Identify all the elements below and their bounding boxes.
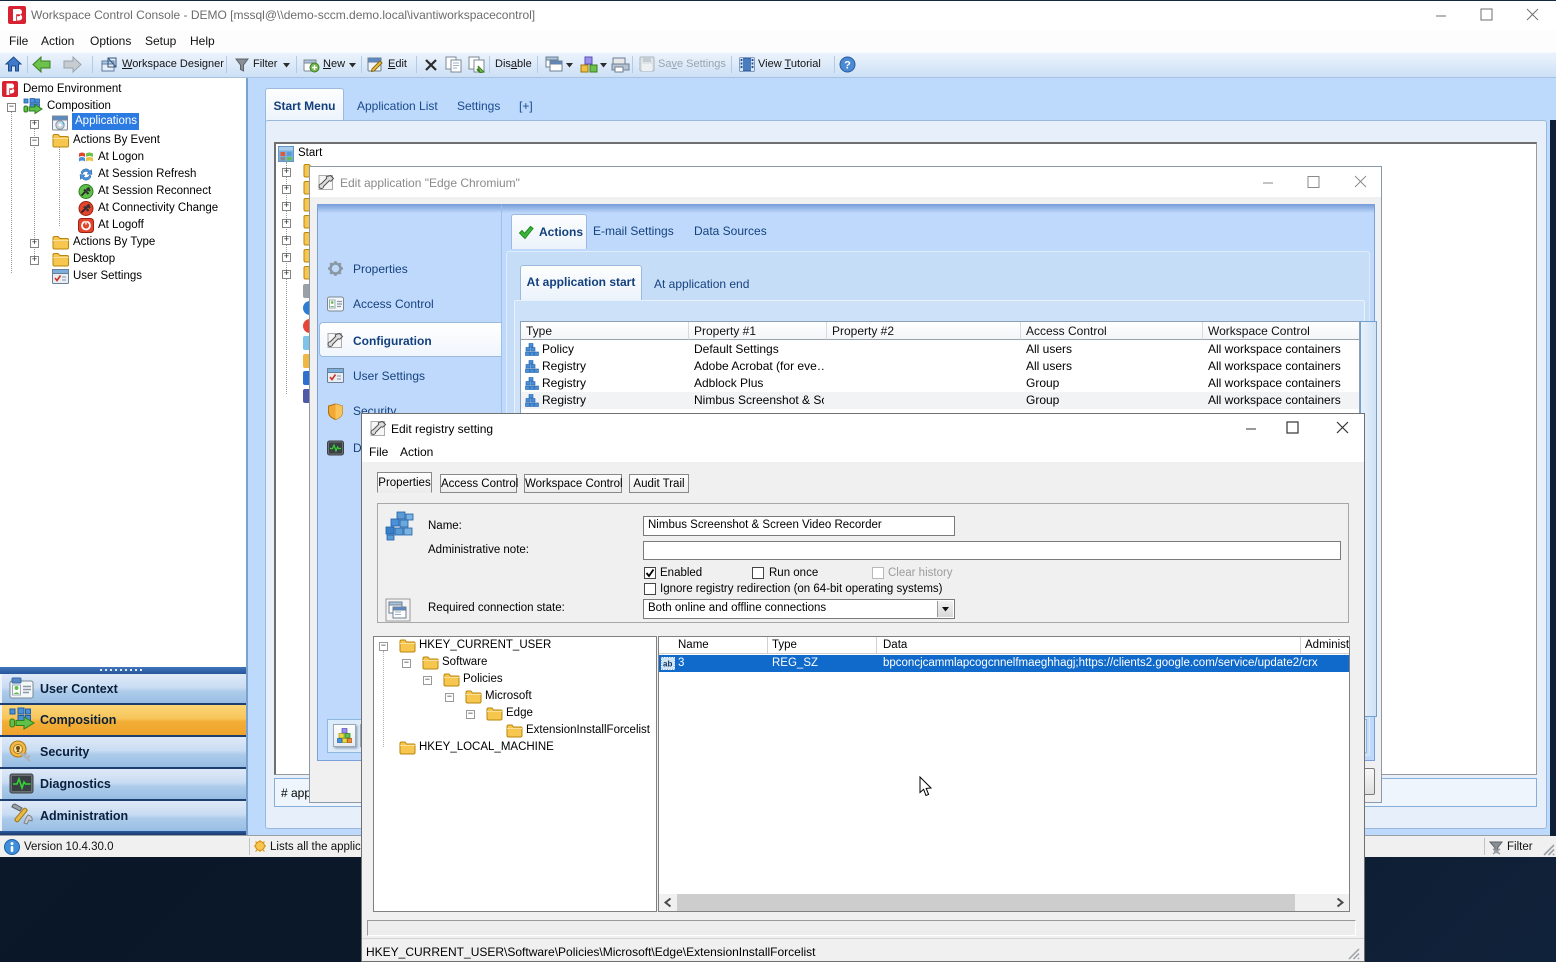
- svg-text:?: ?: [844, 60, 851, 72]
- svg-text:ab: ab: [663, 660, 672, 669]
